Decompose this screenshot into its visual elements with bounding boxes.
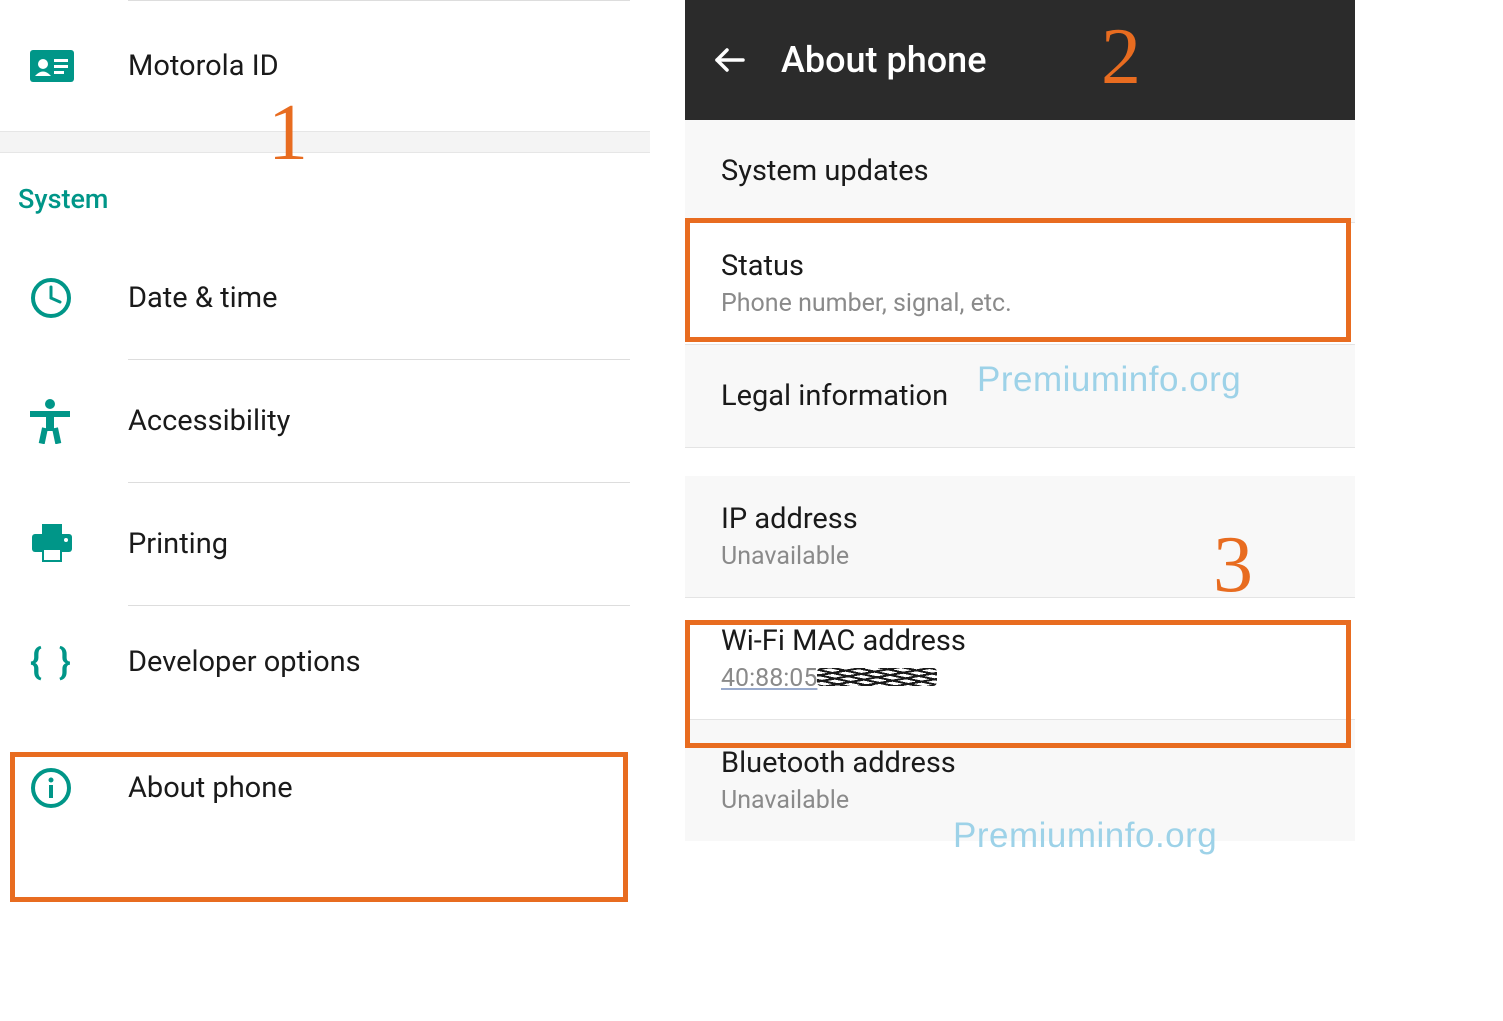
row-system-updates[interactable]: System updates (685, 120, 1355, 223)
braces-icon: { } (30, 641, 128, 683)
back-icon[interactable] (711, 42, 747, 78)
section-gap (0, 131, 650, 153)
annotation-step-2: 2 (1101, 12, 1141, 103)
highlight-status (685, 218, 1351, 342)
row-label: Date & time (128, 281, 277, 315)
row-primary: Bluetooth address (721, 746, 1319, 780)
annotation-step-3: 3 (1213, 520, 1253, 611)
id-card-icon (30, 50, 128, 82)
annotation-step-1: 1 (268, 88, 308, 179)
settings-screen: Motorola ID System Date & time Accessibi… (0, 0, 650, 1021)
row-date-time[interactable]: Date & time (0, 237, 650, 359)
watermark: Premiuminfo.org (953, 816, 1217, 856)
row-primary: System updates (721, 154, 1319, 188)
section-gap (685, 448, 1355, 476)
row-ip-address[interactable]: IP address Unavailable (685, 476, 1355, 598)
printer-icon (30, 524, 128, 564)
clock-icon (30, 277, 128, 319)
row-developer-options[interactable]: { } Developer options (0, 606, 650, 718)
section-title-system: System (0, 153, 650, 237)
watermark: Premiuminfo.org (977, 360, 1241, 400)
row-label: Developer options (128, 645, 361, 679)
accessibility-icon (30, 398, 128, 444)
row-motorola-id[interactable]: Motorola ID (0, 1, 650, 131)
about-phone-screen: About phone System updates Status Phone … (685, 0, 1355, 1021)
highlight-about-phone (10, 752, 628, 902)
row-printing[interactable]: Printing (0, 483, 650, 605)
app-header: About phone (685, 0, 1355, 120)
row-accessibility[interactable]: Accessibility (0, 360, 650, 482)
row-secondary: Unavailable (721, 786, 1319, 815)
row-label: Accessibility (128, 404, 290, 438)
row-label: Motorola ID (128, 49, 279, 83)
row-label: Printing (128, 527, 228, 561)
header-title: About phone (781, 39, 986, 81)
highlight-wifi-mac (685, 620, 1351, 748)
